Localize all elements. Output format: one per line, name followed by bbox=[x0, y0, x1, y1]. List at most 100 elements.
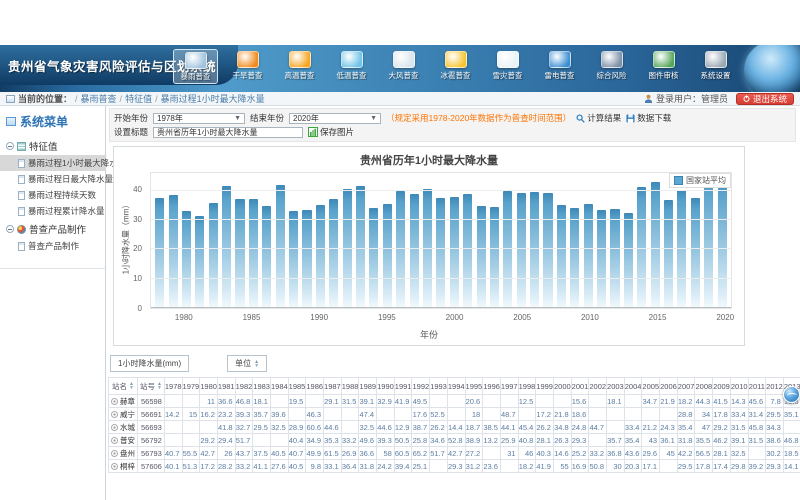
value-cell: 29.3 bbox=[766, 460, 784, 473]
value-cell: 31.2 bbox=[465, 460, 483, 473]
year-column-header: 1984 bbox=[270, 378, 288, 395]
menu-group[interactable]: 特征值 bbox=[0, 136, 105, 155]
value-cell: 27.6 bbox=[270, 460, 288, 473]
row-radio[interactable] bbox=[111, 424, 118, 431]
value-cell bbox=[607, 421, 625, 434]
value-cell: 17.1 bbox=[642, 460, 660, 473]
nav-label: 暴雨普查 bbox=[181, 71, 211, 82]
value-cell: 39.1 bbox=[359, 395, 377, 408]
chart-bar bbox=[169, 195, 178, 308]
nav-low-temp[interactable]: 低温普查 bbox=[329, 49, 374, 84]
end-year-select[interactable]: 2020年▼ bbox=[289, 113, 381, 124]
value-cell: 24.3 bbox=[660, 421, 678, 434]
nav-snow[interactable]: 雪灾普查 bbox=[485, 49, 530, 84]
value-cell: 33.2 bbox=[341, 434, 359, 447]
main-content: 开始年份 1978年▼ 结束年份 2020年▼ （规定采用1978-2020年数… bbox=[107, 106, 800, 500]
nav-rainstorm[interactable]: 暴雨普查 bbox=[173, 49, 218, 84]
menu-tree: 特征值暴雨过程1小时最大降水量暴雨过程日最大降水量暴雨过程持续天数暴雨过程累计降… bbox=[0, 136, 105, 254]
nav-label: 冰雹普查 bbox=[441, 70, 471, 81]
sidebar-item[interactable]: 普查产品制作 bbox=[0, 238, 105, 254]
collapse-icon[interactable] bbox=[6, 142, 14, 150]
value-cell: 36.8 bbox=[607, 447, 625, 460]
value-cell: 34.8 bbox=[553, 421, 571, 434]
value-cell: 41.5 bbox=[713, 395, 731, 408]
chart-title-input[interactable] bbox=[153, 127, 303, 138]
value-cell: 44.3 bbox=[695, 395, 713, 408]
chart-bar bbox=[155, 198, 164, 308]
year-column-header: 1996 bbox=[483, 378, 501, 395]
station-number-cell: 56691 bbox=[138, 408, 165, 421]
value-cell bbox=[783, 421, 800, 434]
nav-label: 干旱普查 bbox=[233, 70, 263, 81]
table-row: 桐梓5760640.151.317.228.233.241.127.640.59… bbox=[109, 460, 800, 473]
logout-button[interactable]: 退出系统 bbox=[736, 93, 794, 105]
nav-wind[interactable]: 大风普查 bbox=[381, 49, 426, 84]
value-cell: 28.1 bbox=[713, 447, 731, 460]
value-cell: 47.4 bbox=[359, 408, 377, 421]
save-image-button[interactable]: 保存图片 bbox=[308, 126, 354, 138]
value-cell: 17.8 bbox=[695, 460, 713, 473]
value-cell: 60.6 bbox=[306, 421, 324, 434]
download-button[interactable]: 数据下载 bbox=[626, 112, 671, 124]
value-cell: 25.9 bbox=[500, 434, 518, 447]
value-cell: 56.5 bbox=[695, 447, 713, 460]
sort-arrows-icon[interactable]: ▲▼ bbox=[129, 382, 134, 390]
row-radio[interactable] bbox=[111, 450, 118, 457]
value-cell bbox=[447, 395, 465, 408]
year-column-header: 2012 bbox=[766, 378, 784, 395]
value-cell: 43.7 bbox=[235, 447, 253, 460]
value-cell: 20.6 bbox=[465, 395, 483, 408]
sidebar-item[interactable]: 暴雨过程累计降水量 bbox=[0, 203, 105, 219]
value-cell: 46.8 bbox=[235, 395, 253, 408]
breadcrumb-item[interactable]: 暴雨过程1小时最大降水量 bbox=[161, 94, 265, 104]
row-radio[interactable] bbox=[111, 463, 118, 470]
value-cell: 24.8 bbox=[571, 421, 589, 434]
nav-settings[interactable]: 系统设置 bbox=[693, 49, 738, 84]
row-radio[interactable] bbox=[111, 437, 118, 444]
float-action-icon[interactable] bbox=[783, 386, 800, 403]
value-cell: 60.5 bbox=[394, 447, 412, 460]
station-number-header[interactable]: 站号▲▼ bbox=[138, 378, 165, 395]
nav-hail[interactable]: 冰雹普查 bbox=[433, 49, 478, 84]
value-cell bbox=[164, 395, 182, 408]
menu-group[interactable]: 普查产品制作 bbox=[0, 219, 105, 238]
chart-legend[interactable]: 国家站平均 bbox=[669, 173, 731, 188]
metric-filter[interactable]: 1小时降水量(mm) bbox=[110, 355, 189, 372]
login-user: 登录用户：管理员 bbox=[656, 92, 728, 105]
value-cell: 19.5 bbox=[288, 395, 306, 408]
nav-lightning[interactable]: 雷电普查 bbox=[537, 49, 582, 84]
breadcrumb-item[interactable]: 暴雨普查 bbox=[81, 94, 117, 104]
breadcrumb-item[interactable]: 特征值 bbox=[125, 94, 152, 104]
value-cell: 28.1 bbox=[536, 434, 554, 447]
chart-bar bbox=[718, 180, 727, 308]
row-radio[interactable] bbox=[111, 398, 118, 405]
start-year-select[interactable]: 1978年▼ bbox=[153, 113, 245, 124]
station-name-header[interactable]: 站名▲▼ bbox=[109, 378, 138, 395]
nav-drought[interactable]: 干旱普查 bbox=[225, 49, 270, 84]
value-cell: 31.5 bbox=[748, 434, 766, 447]
sidebar-item[interactable]: 暴雨过程持续天数 bbox=[0, 187, 105, 203]
breadcrumb: /暴雨普查/特征值/暴雨过程1小时最大降水量 bbox=[72, 92, 265, 105]
sidebar-item[interactable]: 暴雨过程日最大降水量 bbox=[0, 171, 105, 187]
collapse-icon[interactable] bbox=[6, 225, 14, 233]
y-tick-label: 30 bbox=[133, 215, 142, 224]
sort-arrows-icon[interactable]: ▲▼ bbox=[157, 382, 162, 390]
nav-composite-risk[interactable]: 综合风险 bbox=[589, 49, 634, 84]
value-cell: 27.2 bbox=[465, 447, 483, 460]
low-temp-icon bbox=[341, 51, 363, 68]
sidebar-item[interactable]: 暴雨过程1小时最大降水量 bbox=[0, 155, 105, 171]
value-cell: 33.2 bbox=[589, 447, 607, 460]
unit-filter[interactable]: 单位 ▲▼ bbox=[227, 355, 267, 372]
calculate-button[interactable]: 计算结果 bbox=[576, 112, 621, 124]
document-icon bbox=[18, 159, 25, 168]
nav-map-review[interactable]: 图件审核 bbox=[641, 49, 686, 84]
chart-bar bbox=[302, 210, 311, 308]
value-cell: 21.8 bbox=[553, 408, 571, 421]
row-radio[interactable] bbox=[111, 411, 118, 418]
value-cell: 36.4 bbox=[341, 460, 359, 473]
nav-high-temp[interactable]: 高温普查 bbox=[277, 49, 322, 84]
chart-bar bbox=[570, 208, 579, 308]
value-cell: 18 bbox=[465, 408, 483, 421]
start-year-label: 开始年份 bbox=[114, 112, 148, 124]
x-tick-label: 1990 bbox=[310, 313, 328, 322]
